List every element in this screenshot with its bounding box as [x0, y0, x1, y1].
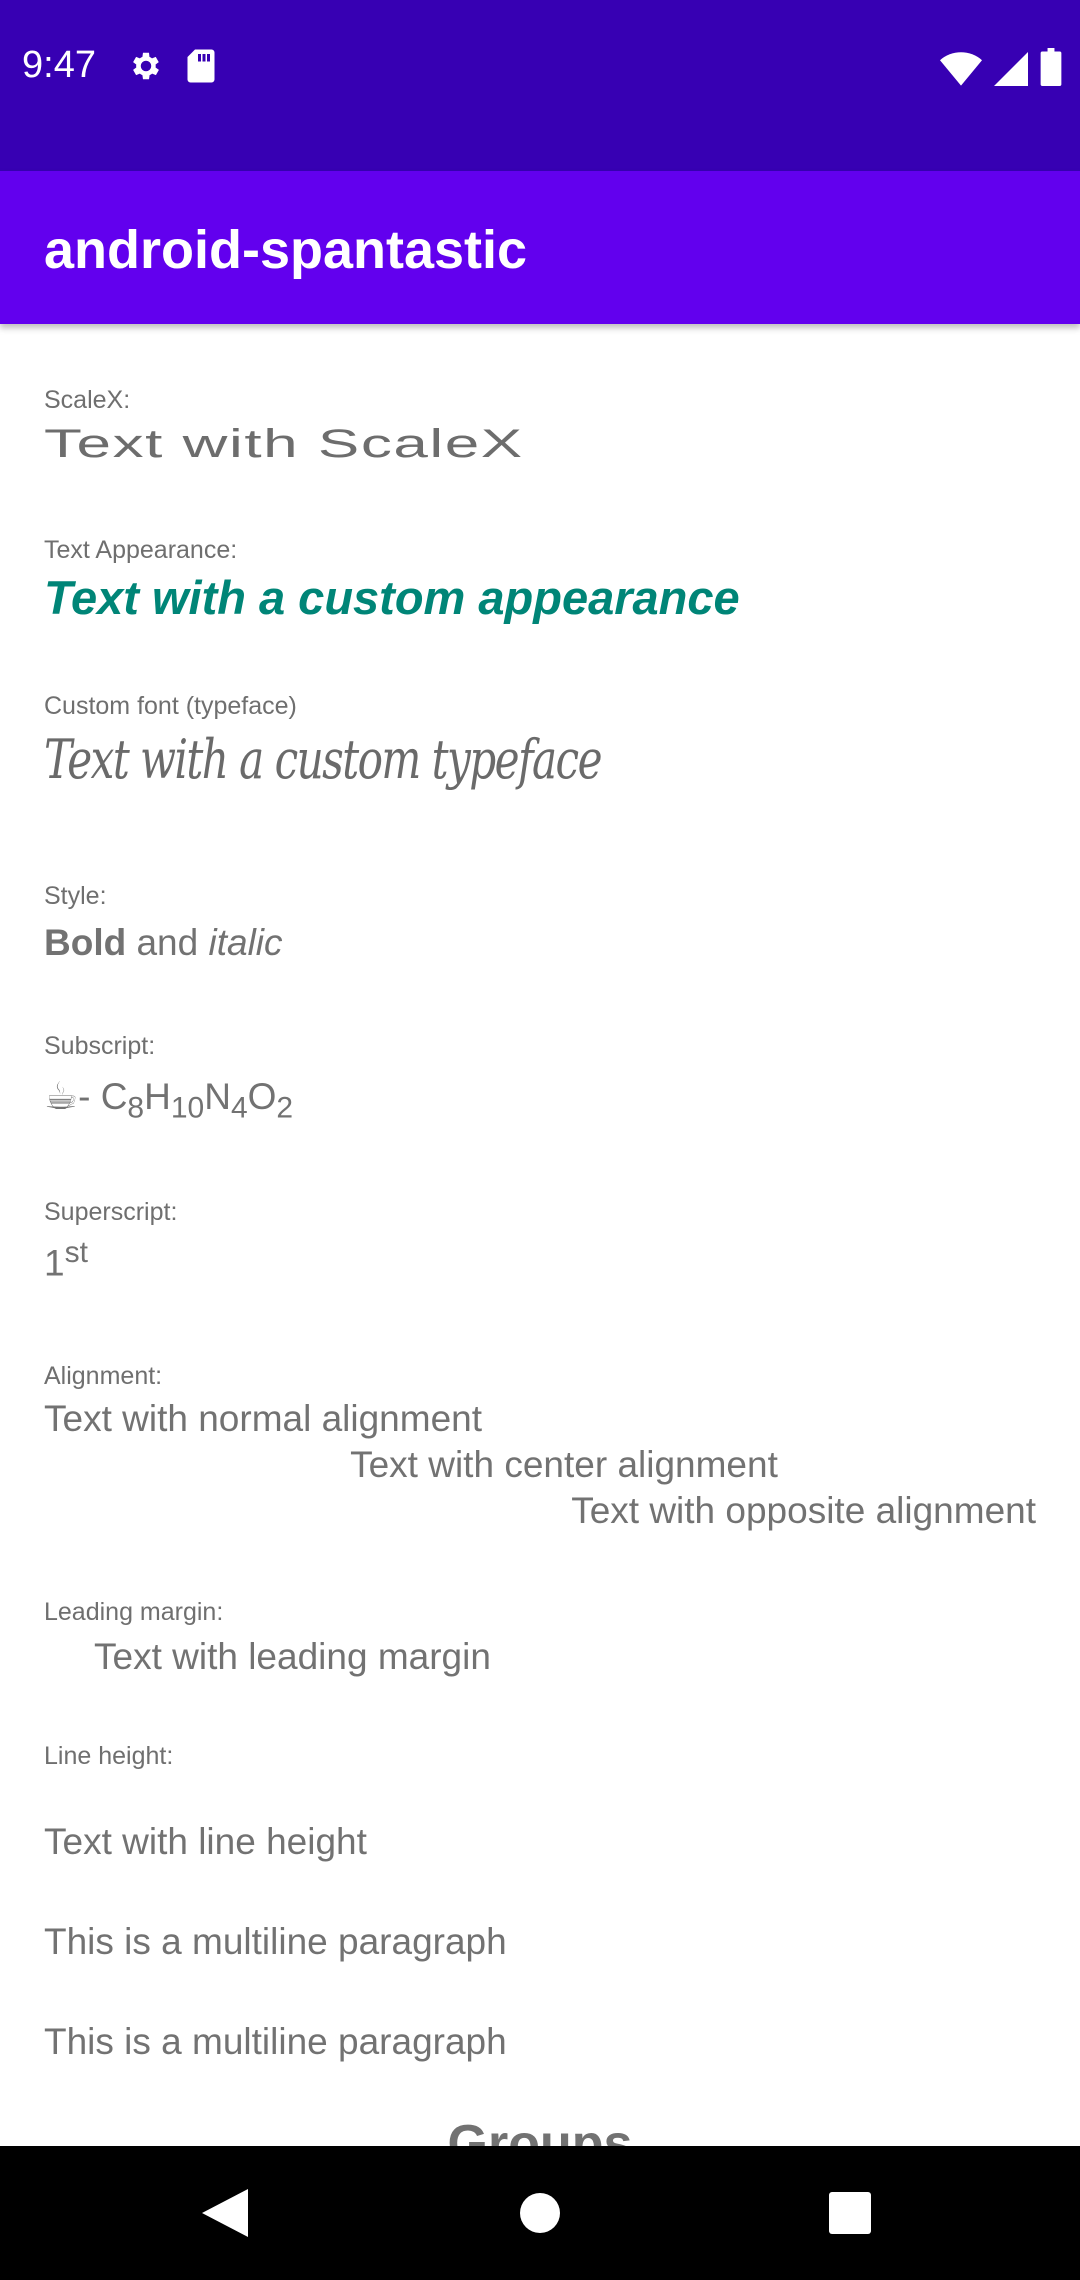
subscript-text: ☕- C8H10N4O2 [44, 1074, 293, 1125]
back-icon [202, 2189, 248, 2237]
alignment-normal: Text with normal alignment [44, 1398, 483, 1439]
formula-element: N [204, 1076, 231, 1117]
superscript-text: 1st [44, 1236, 88, 1284]
wifi-icon [940, 52, 982, 91]
battery-icon [1040, 48, 1062, 91]
superscript-base: 1 [44, 1242, 65, 1284]
typeface-text: Text with a custom typeface [44, 728, 603, 791]
settings-icon [128, 48, 164, 89]
scalex-label: ScaleX: [44, 386, 131, 414]
appearance-label: Text Appearance: [44, 536, 238, 564]
superscript-sup: st [64, 1236, 88, 1269]
formula-element: O [247, 1076, 277, 1117]
leading-margin-text: Text with leading margin [94, 1636, 491, 1677]
app-bar: android-spantastic [0, 171, 1080, 324]
formula-subscript: 10 [170, 1091, 205, 1125]
groups-heading: Groups [447, 2115, 633, 2146]
recents-button[interactable] [810, 2173, 890, 2253]
style-italic: italic [208, 922, 283, 963]
appearance-text: Text with a custom appearance [44, 571, 740, 624]
home-icon [520, 2193, 560, 2233]
back-button[interactable] [185, 2173, 265, 2253]
status-time: 9:47 [22, 44, 96, 86]
formula-subscript: 2 [276, 1091, 294, 1125]
app-title: android-spantastic [44, 220, 528, 280]
status-bar: 9:47 [0, 0, 1080, 171]
line-height-line: This is a multiline paragraph [44, 2021, 507, 2062]
line-height-line: Text with line height [44, 1821, 367, 1862]
formula-element: H [144, 1076, 171, 1117]
content-scroll[interactable]: ScaleX: Text with ScaleX Text Appearance… [0, 324, 1080, 2146]
navigation-bar [0, 2146, 1080, 2280]
subscript-label: Subscript: [44, 1032, 156, 1060]
style-text: Bold and italic [44, 922, 283, 964]
recents-icon [829, 2192, 871, 2234]
alignment-label: Alignment: [44, 1362, 163, 1390]
scalex-text: Text with ScaleX [44, 422, 524, 466]
superscript-label: Superscript: [44, 1198, 178, 1226]
style-middle: and [126, 922, 209, 963]
style-bold: Bold [44, 922, 127, 963]
leading-margin-label: Leading margin: [44, 1598, 224, 1626]
home-button[interactable] [500, 2173, 580, 2253]
formula-element: C [100, 1076, 128, 1117]
formula-subscript: 4 [230, 1091, 248, 1125]
typeface-label: Custom font (typeface) [44, 692, 297, 720]
style-label: Style: [44, 882, 107, 910]
coffee-icon: ☕ [44, 1076, 79, 1118]
sd-card-icon [186, 48, 216, 89]
formula-subscript: 8 [127, 1091, 145, 1125]
line-height-label: Line height: [44, 1742, 174, 1770]
signal-icon [994, 52, 1028, 91]
subscript-dash: - [78, 1076, 101, 1117]
alignment-opposite: Text with opposite alignment [571, 1490, 1036, 1531]
line-height-line: This is a multiline paragraph [44, 1921, 507, 1962]
alignment-center: Text with center alignment [350, 1444, 778, 1485]
